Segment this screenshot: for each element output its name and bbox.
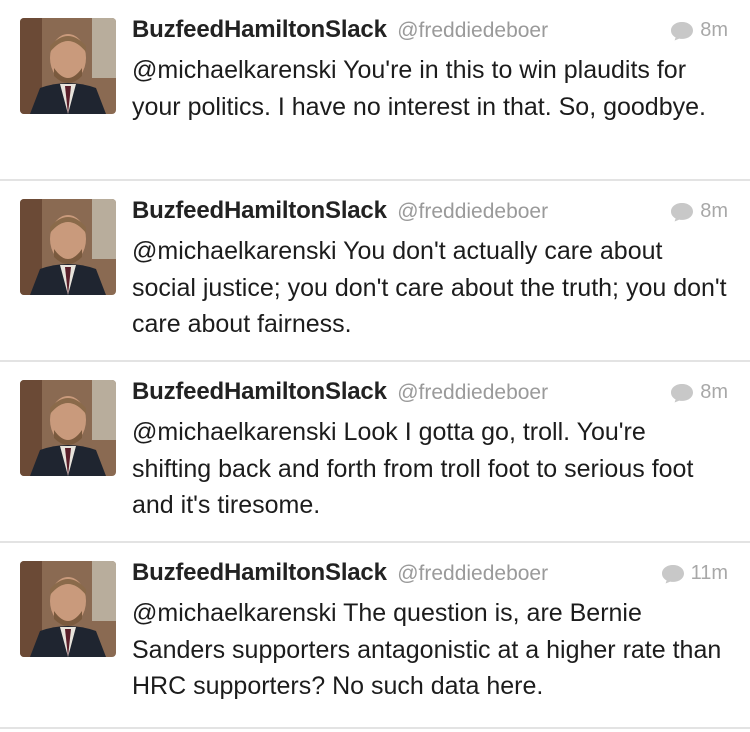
tweet-header: BuzfeedHamiltonSlack @freddiedeboer 8m: [132, 378, 728, 414]
tweet-item[interactable]: BuzfeedHamiltonSlack @freddiedeboer 8m @…: [0, 181, 750, 362]
speech-bubble-icon: [671, 21, 694, 40]
display-name[interactable]: BuzfeedHamiltonSlack: [132, 378, 387, 405]
avatar[interactable]: [20, 199, 116, 295]
tweet-text: @michaelkarenski You don't actually care…: [132, 237, 727, 338]
tweet-header: BuzfeedHamiltonSlack @freddiedeboer 11m: [132, 559, 728, 595]
user-handle[interactable]: @freddiedeboer: [397, 19, 548, 42]
display-name[interactable]: BuzfeedHamiltonSlack: [132, 559, 387, 586]
speech-bubble-icon: [661, 564, 684, 583]
tweet-text: @michaelkarenski Look I gotta go, troll.…: [132, 418, 694, 519]
speech-bubble-icon: [671, 202, 694, 221]
tweet-item[interactable]: BuzfeedHamiltonSlack @freddiedeboer 8m @…: [0, 362, 750, 543]
timestamp: 11m: [690, 562, 728, 584]
timestamp: 8m: [700, 381, 728, 403]
speech-bubble-icon: [671, 383, 694, 402]
avatar[interactable]: [20, 380, 116, 476]
avatar[interactable]: [20, 561, 116, 657]
display-name[interactable]: BuzfeedHamiltonSlack: [132, 16, 387, 43]
tweet-header: BuzfeedHamiltonSlack @freddiedeboer 8m: [132, 197, 728, 233]
display-name[interactable]: BuzfeedHamiltonSlack: [132, 197, 387, 224]
timestamp: 8m: [700, 19, 728, 41]
tweet-feed: BuzfeedHamiltonSlack @freddiedeboer 8m @…: [0, 0, 750, 729]
tweet-meta: 8m: [670, 19, 728, 42]
user-handle[interactable]: @freddiedeboer: [397, 381, 548, 404]
avatar[interactable]: [20, 18, 116, 114]
tweet-item[interactable]: BuzfeedHamiltonSlack @freddiedeboer 8m @…: [0, 0, 750, 181]
user-handle[interactable]: @freddiedeboer: [397, 200, 548, 223]
tweet-item[interactable]: BuzfeedHamiltonSlack @freddiedeboer 11m …: [0, 543, 750, 729]
tweet-meta: 8m: [670, 381, 728, 404]
tweet-text: @michaelkarenski You're in this to win p…: [132, 56, 706, 121]
user-handle[interactable]: @freddiedeboer: [397, 562, 548, 585]
tweet-header: BuzfeedHamiltonSlack @freddiedeboer 8m: [132, 16, 728, 52]
timestamp: 8m: [700, 200, 728, 222]
tweet-meta: 8m: [670, 200, 728, 223]
tweet-text: @michaelkarenski The question is, are Be…: [132, 599, 722, 700]
tweet-meta: 11m: [661, 562, 728, 585]
